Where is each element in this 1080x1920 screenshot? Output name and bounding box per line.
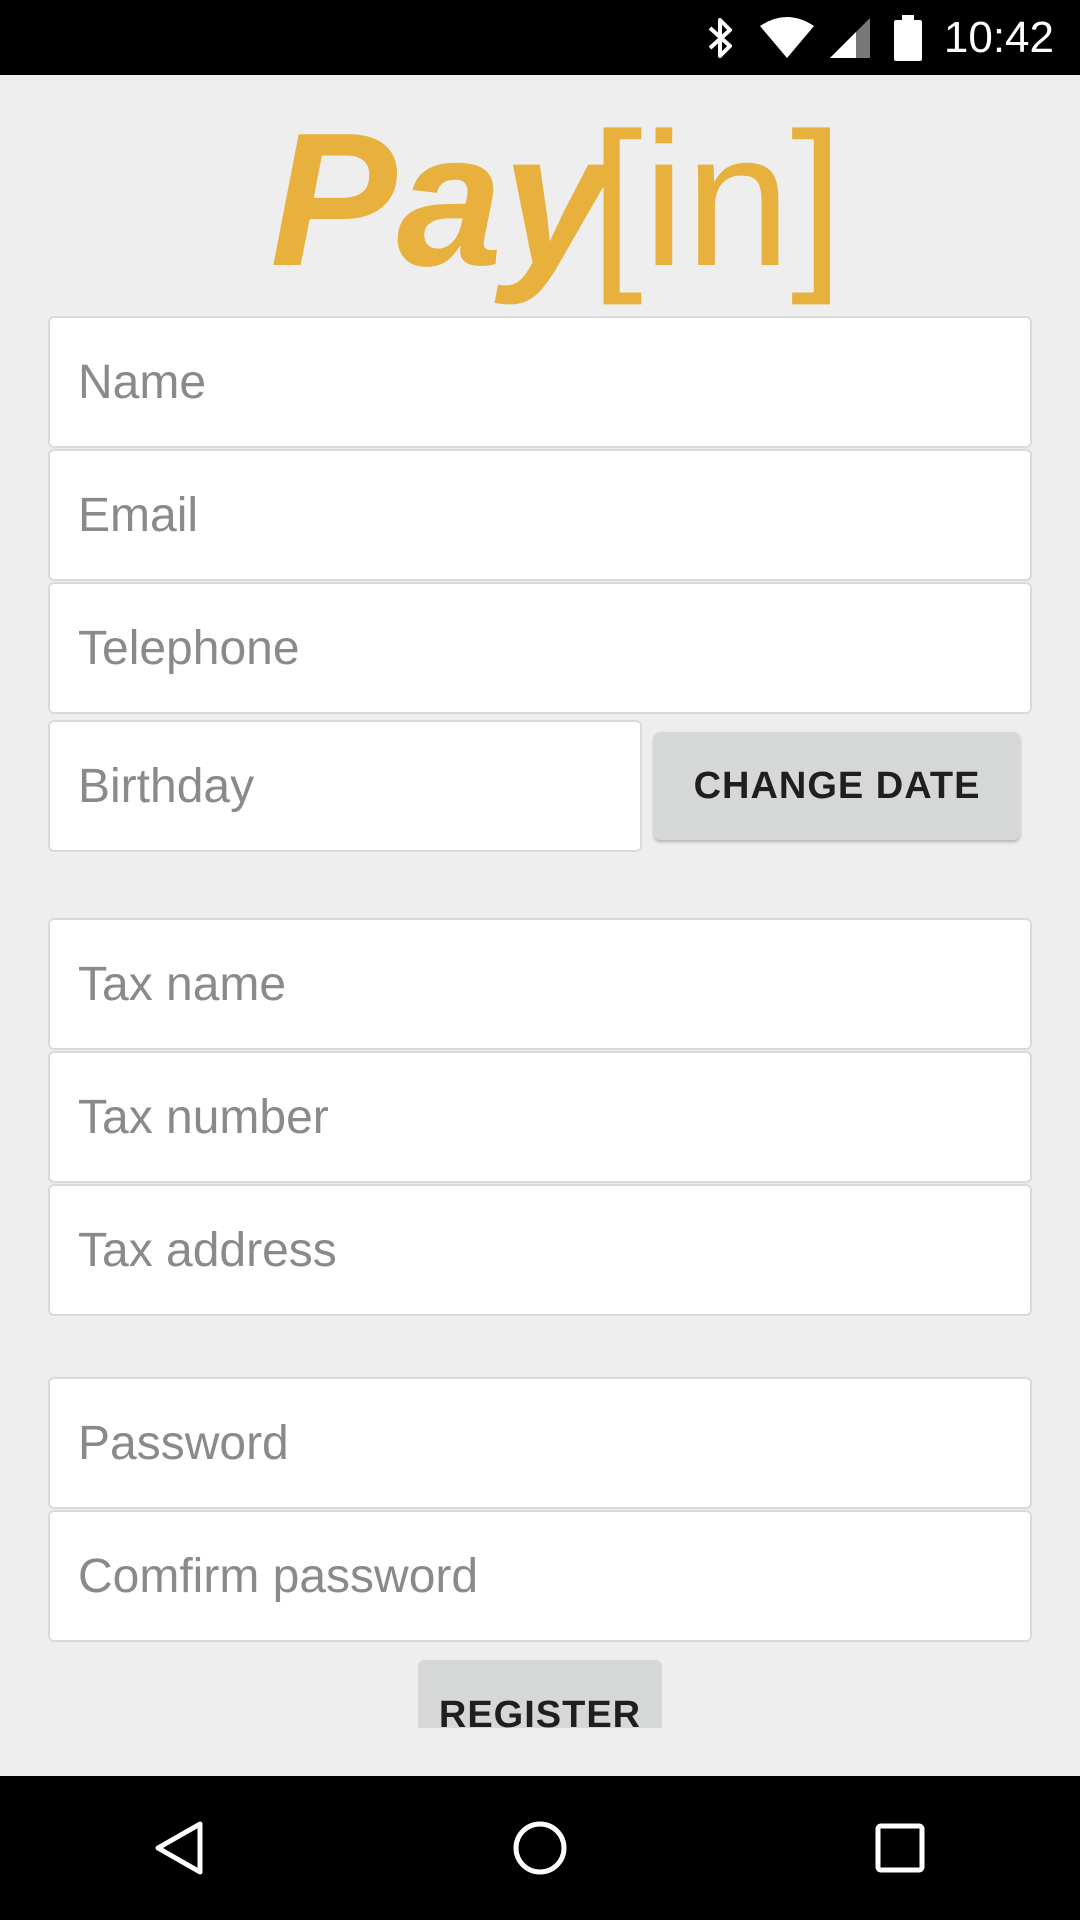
logo-pay-text: Pay xyxy=(270,95,616,306)
cell-signal-icon xyxy=(828,16,872,60)
birthday-field[interactable] xyxy=(48,720,642,852)
register-button-viewport: REGISTER xyxy=(418,1660,662,1728)
name-field[interactable] xyxy=(48,316,1032,448)
logo-in-text: [in] xyxy=(590,95,843,306)
register-button[interactable]: REGISTER xyxy=(418,1660,662,1728)
wifi-icon xyxy=(758,16,816,60)
telephone-input[interactable] xyxy=(78,620,1030,676)
tax-name-field[interactable] xyxy=(48,918,1032,1050)
bluetooth-icon xyxy=(706,16,736,60)
change-date-button[interactable]: CHANGE DATE xyxy=(654,732,1020,840)
email-field[interactable] xyxy=(48,449,1032,581)
birthday-input[interactable] xyxy=(78,758,640,814)
payin-logo-graphic: Pay [in] xyxy=(270,95,843,306)
navigation-bar xyxy=(0,1776,1080,1920)
status-bar: 10:42 xyxy=(0,0,1080,75)
recents-icon[interactable] xyxy=(830,1788,970,1908)
tax-name-input[interactable] xyxy=(78,956,1030,1012)
password-field[interactable] xyxy=(48,1377,1032,1509)
status-time: 10:42 xyxy=(943,12,1054,62)
password-input[interactable] xyxy=(78,1415,1030,1471)
payin-logo: Pay [in] xyxy=(0,95,1080,325)
tax-address-input[interactable] xyxy=(78,1222,1030,1278)
tax-number-input[interactable] xyxy=(78,1089,1030,1145)
email-input[interactable] xyxy=(78,487,1030,543)
confirm-password-field[interactable] xyxy=(48,1510,1032,1642)
telephone-field[interactable] xyxy=(48,582,1032,714)
battery-icon xyxy=(893,14,922,61)
confirm-password-input[interactable] xyxy=(78,1548,1030,1604)
name-input[interactable] xyxy=(78,354,1030,410)
tax-number-field[interactable] xyxy=(48,1051,1032,1183)
back-icon[interactable] xyxy=(110,1788,250,1908)
tax-address-field[interactable] xyxy=(48,1184,1032,1316)
status-icons: 10:42 xyxy=(706,0,1080,75)
home-icon[interactable] xyxy=(470,1788,610,1908)
